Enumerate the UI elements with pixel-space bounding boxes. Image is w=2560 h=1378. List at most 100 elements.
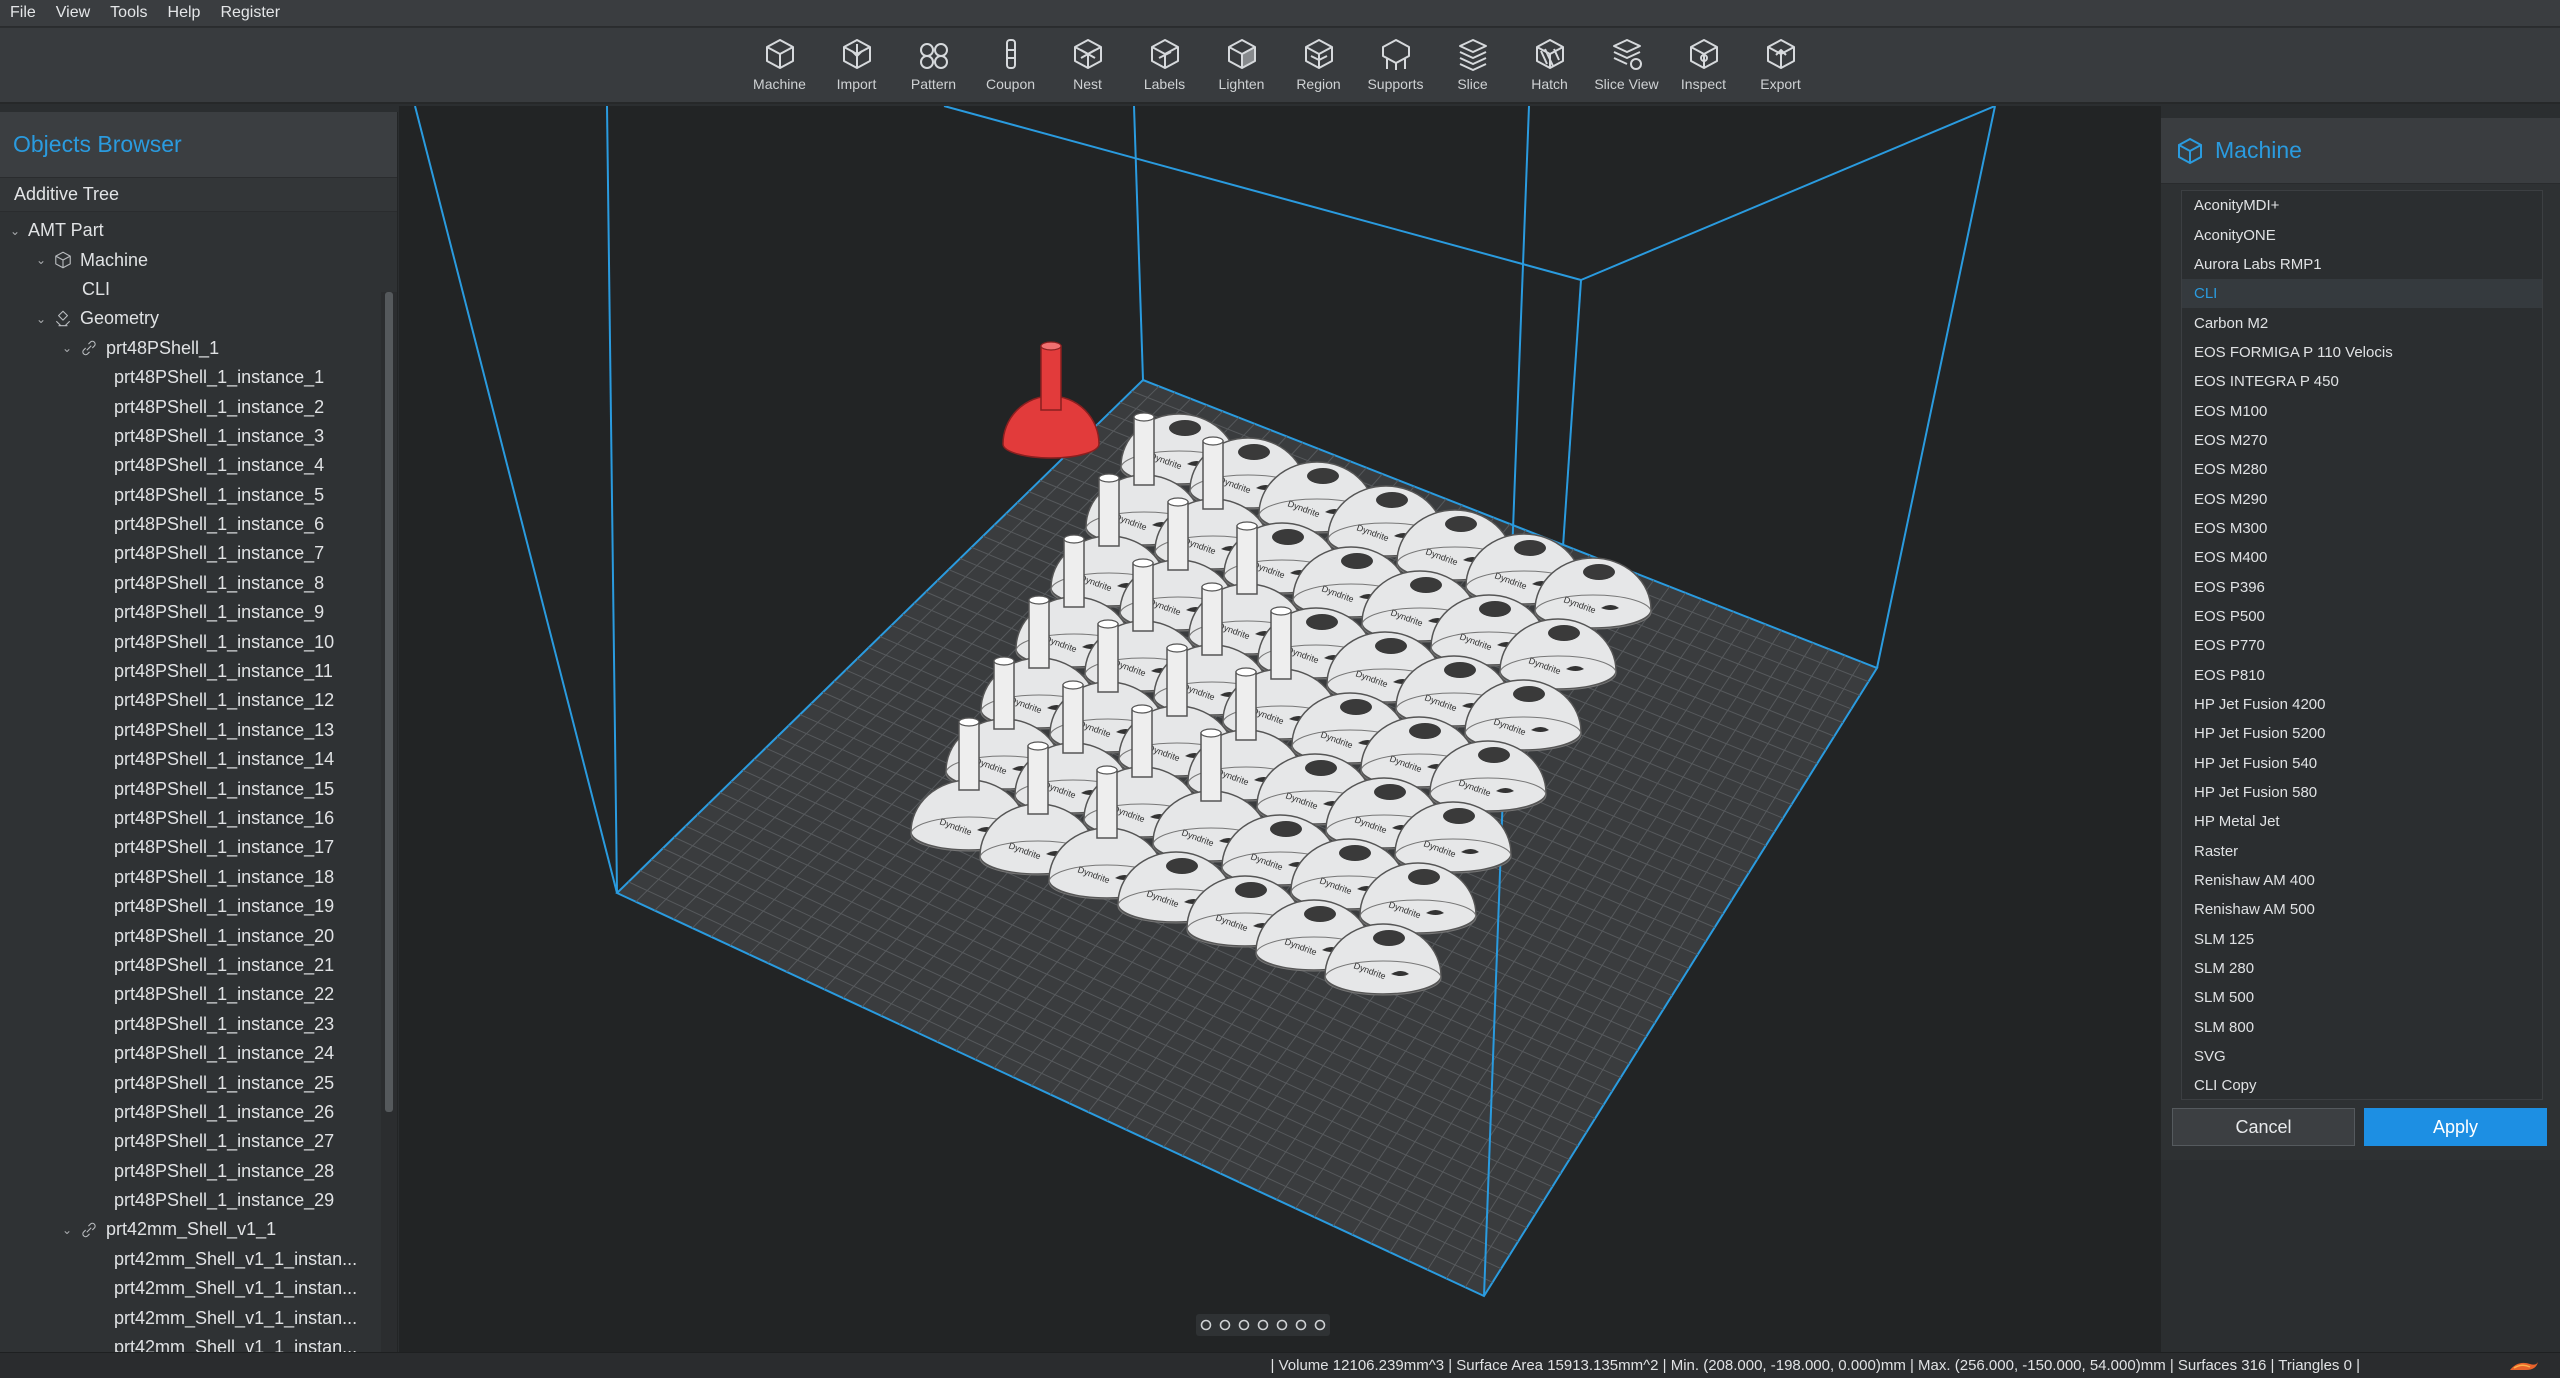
tree-item[interactable]: prt48PShell_1_instance_29 [0, 1186, 397, 1215]
toolbar-hatch-button[interactable]: Hatch [1511, 36, 1588, 92]
machine-option[interactable]: HP Jet Fusion 540 [2182, 749, 2542, 778]
tree-item[interactable]: prt48PShell_1_instance_10 [0, 627, 397, 656]
machine-option[interactable]: EOS INTEGRA P 450 [2182, 367, 2542, 396]
3d-viewport[interactable]: Dyndrite Dyndrite Dyndrite Dyndrite Dyndrite… [399, 106, 2161, 1352]
machine-option[interactable]: Aurora Labs RMP1 [2182, 250, 2542, 279]
chevron-down-icon[interactable]: ⌄ [8, 224, 22, 238]
tree-item[interactable]: prt48PShell_1_instance_2 [0, 392, 397, 421]
tree-item[interactable]: ⌄ prt42mm_Shell_v1_1 [0, 1215, 397, 1244]
toolbar-slice-button[interactable]: Slice [1434, 36, 1511, 92]
machine-option[interactable]: CLI [2182, 279, 2542, 309]
tree-item[interactable]: prt48PShell_1_instance_3 [0, 422, 397, 451]
machine-option[interactable]: Raster [2182, 837, 2542, 866]
toolbar-region-button[interactable]: Region [1280, 36, 1357, 92]
tree-item[interactable]: prt48PShell_1_instance_6 [0, 510, 397, 539]
toolbar-labels-button[interactable]: Labels [1126, 36, 1203, 92]
machine-option[interactable]: HP Jet Fusion 580 [2182, 778, 2542, 807]
tree-item[interactable]: ⌄ Geometry [0, 304, 397, 333]
tree-scrollbar[interactable] [385, 292, 393, 1112]
machine-option[interactable]: EOS M400 [2182, 543, 2542, 572]
toolbar-export-button[interactable]: Export [1742, 36, 1819, 92]
chevron-down-icon[interactable]: ⌄ [34, 312, 48, 326]
zoom-icon[interactable] [1237, 1318, 1251, 1332]
tree-item[interactable]: prt48PShell_1_instance_17 [0, 833, 397, 862]
machine-option[interactable]: EOS P810 [2182, 661, 2542, 690]
tree-item[interactable]: prt42mm_Shell_v1_1_instan... [0, 1333, 397, 1352]
machine-option[interactable]: EOS M300 [2182, 514, 2542, 543]
rotate-icon[interactable] [1199, 1318, 1213, 1332]
tree-item[interactable]: prt48PShell_1_instance_11 [0, 657, 397, 686]
tree-item[interactable]: prt48PShell_1_instance_1 [0, 363, 397, 392]
visibility-icon[interactable] [1275, 1318, 1289, 1332]
tree-item[interactable]: prt42mm_Shell_v1_1_instan... [0, 1245, 397, 1274]
tree-item[interactable]: prt48PShell_1_instance_8 [0, 569, 397, 598]
machine-option[interactable]: SVG [2182, 1042, 2542, 1071]
toolbar-slice-view-button[interactable]: Slice View [1588, 36, 1665, 92]
chevron-down-icon[interactable]: ⌄ [60, 341, 74, 355]
tree-item[interactable]: prt48PShell_1_instance_7 [0, 539, 397, 568]
tree-item[interactable]: prt48PShell_1_instance_28 [0, 1157, 397, 1186]
tree-item[interactable]: prt48PShell_1_instance_19 [0, 892, 397, 921]
machine-option[interactable]: EOS M290 [2182, 484, 2542, 513]
toolbar-nest-button[interactable]: Nest [1049, 36, 1126, 92]
tree-item[interactable]: prt48PShell_1_instance_5 [0, 481, 397, 510]
machine-option[interactable]: EOS P396 [2182, 572, 2542, 601]
machine-option[interactable]: SLM 125 [2182, 925, 2542, 954]
machine-option[interactable]: Renishaw AM 400 [2182, 866, 2542, 895]
machine-option[interactable]: AconityMDI+ [2182, 191, 2542, 220]
machine-option[interactable]: SLM 800 [2182, 1013, 2542, 1042]
machine-option[interactable]: SLM 500 [2182, 983, 2542, 1012]
machine-option[interactable]: EOS P770 [2182, 631, 2542, 660]
toolbar-lighten-button[interactable]: Lighten [1203, 36, 1280, 92]
tree-item[interactable]: prt48PShell_1_instance_15 [0, 774, 397, 803]
menu-tools[interactable]: Tools [110, 4, 147, 22]
menu-view[interactable]: View [56, 4, 90, 22]
tree-item[interactable]: prt48PShell_1_instance_14 [0, 745, 397, 774]
machine-option[interactable]: SLM 280 [2182, 954, 2542, 983]
tree-item[interactable]: prt48PShell_1_instance_16 [0, 804, 397, 833]
machine-option[interactable]: EOS M100 [2182, 396, 2542, 425]
tree-item[interactable]: prt48PShell_1_instance_22 [0, 980, 397, 1009]
tree-item[interactable]: CLI [0, 275, 397, 304]
tree-item[interactable]: prt48PShell_1_instance_9 [0, 598, 397, 627]
toolbar-machine-button[interactable]: Machine [741, 36, 818, 92]
tree-item[interactable]: ⌄ Machine [0, 245, 397, 274]
tree-item[interactable]: prt48PShell_1_instance_26 [0, 1098, 397, 1127]
tree-item[interactable]: prt48PShell_1_instance_13 [0, 716, 397, 745]
tree-item[interactable]: prt42mm_Shell_v1_1_instan... [0, 1303, 397, 1332]
tree-item[interactable]: prt48PShell_1_instance_12 [0, 686, 397, 715]
machine-option[interactable]: EOS FORMIGA P 110 Velocis [2182, 338, 2542, 367]
toolbar-coupon-button[interactable]: Coupon [972, 36, 1049, 92]
tree-item[interactable]: prt48PShell_1_instance_25 [0, 1068, 397, 1097]
tree-item[interactable]: prt42mm_Shell_v1_1_instan... [0, 1274, 397, 1303]
tree-item[interactable]: ⌄ prt48PShell_1 [0, 334, 397, 363]
cancel-button[interactable]: Cancel [2172, 1108, 2355, 1146]
machine-option[interactable]: HP Metal Jet [2182, 807, 2542, 836]
machine-option[interactable]: EOS M270 [2182, 426, 2542, 455]
machine-option[interactable]: HP Jet Fusion 4200 [2182, 690, 2542, 719]
scene-canvas[interactable]: DyndriteDyndriteDyndriteDyndriteDyndrite… [399, 106, 2161, 1352]
toolbar-supports-button[interactable]: Supports [1357, 36, 1434, 92]
tree-item[interactable]: prt48PShell_1_instance_23 [0, 1010, 397, 1039]
tree-item[interactable]: prt48PShell_1_instance_21 [0, 951, 397, 980]
selected-part[interactable] [1002, 341, 1100, 459]
machine-option[interactable]: AconityONE [2182, 220, 2542, 249]
menu-help[interactable]: Help [168, 4, 201, 22]
machine-option[interactable]: HP Jet Fusion 5200 [2182, 719, 2542, 748]
machine-option[interactable]: Renishaw AM 500 [2182, 895, 2542, 924]
layer-icon[interactable] [1294, 1318, 1308, 1332]
toolbar-pattern-button[interactable]: Pattern [895, 36, 972, 92]
tree-item[interactable]: ⌄ AMT Part [0, 216, 397, 245]
tree-item[interactable]: prt48PShell_1_instance_18 [0, 863, 397, 892]
tree-item[interactable]: prt48PShell_1_instance_4 [0, 451, 397, 480]
machine-option[interactable]: EOS M280 [2182, 455, 2542, 484]
menu-register[interactable]: Register [220, 4, 280, 22]
toolbar-import-button[interactable]: Import [818, 36, 895, 92]
machine-option[interactable]: Carbon M2 [2182, 308, 2542, 337]
tree-item[interactable]: prt48PShell_1_instance_27 [0, 1127, 397, 1156]
chevron-down-icon[interactable]: ⌄ [34, 253, 48, 267]
layers-icon[interactable] [1313, 1318, 1327, 1332]
pan-icon[interactable] [1218, 1318, 1232, 1332]
menu-file[interactable]: File [10, 4, 36, 22]
tree-item[interactable]: prt48PShell_1_instance_24 [0, 1039, 397, 1068]
